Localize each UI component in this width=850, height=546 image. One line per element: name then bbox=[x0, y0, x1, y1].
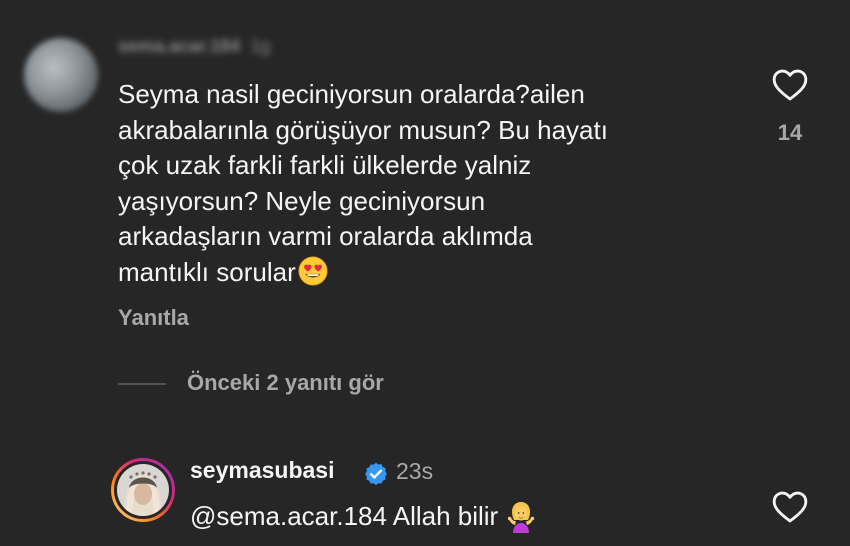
like-heart-icon[interactable] bbox=[771, 488, 809, 524]
reply-avatar[interactable] bbox=[111, 458, 175, 522]
comment-username[interactable]: sema.acar.184 1g bbox=[118, 36, 270, 60]
comment-text-line: mantıklı sorular bbox=[118, 256, 296, 287]
comment-text-line: Seyma nasil geciniyorsun oralarda?ailen bbox=[118, 79, 585, 109]
comment-username-text[interactable]: sema.acar.184 bbox=[118, 36, 240, 56]
verified-badge-icon bbox=[364, 462, 388, 486]
heart-eyes-emoji-icon bbox=[298, 255, 328, 286]
view-previous-replies-button[interactable]: Önceki 2 yanıtı gör bbox=[187, 370, 384, 396]
reply-button[interactable]: Yanıtla bbox=[118, 305, 189, 331]
comment-time: 1g bbox=[250, 36, 271, 56]
comment-text-line: akrabalarınla görüşüyor musun? Bu hayatı bbox=[118, 114, 608, 145]
reply-text-content: @sema.acar.184 Allah bilir bbox=[190, 501, 499, 531]
reply-time: 23s bbox=[396, 458, 434, 484]
comment-avatar[interactable] bbox=[24, 38, 98, 112]
comment-text: Seyma nasil geciniyorsun oralarda?ailen … bbox=[118, 77, 738, 290]
comment: sema.acar.184 1g Seyma nasil geciniyorsun… bbox=[0, 0, 850, 360]
reply-text: @sema.acar.184 Allah bilir bbox=[190, 499, 538, 533]
reply-username[interactable]: seymasubasi bbox=[190, 457, 334, 484]
comment-text-line-last: mantıklı sorular bbox=[118, 255, 738, 291]
like-count: 14 bbox=[777, 120, 803, 145]
person-shrugging-emoji-icon bbox=[508, 502, 535, 533]
like-heart-icon[interactable] bbox=[771, 66, 809, 102]
comment-text-line: çok uzak farkli farkli ülkelerde yalniz bbox=[118, 150, 532, 180]
comment-text-line: yaşıyorsun? Neyle geciniyorsun bbox=[118, 185, 486, 216]
replies-divider bbox=[118, 383, 166, 385]
comment-text-line: arkadaşların varmi oralarda aklımda bbox=[118, 221, 533, 251]
